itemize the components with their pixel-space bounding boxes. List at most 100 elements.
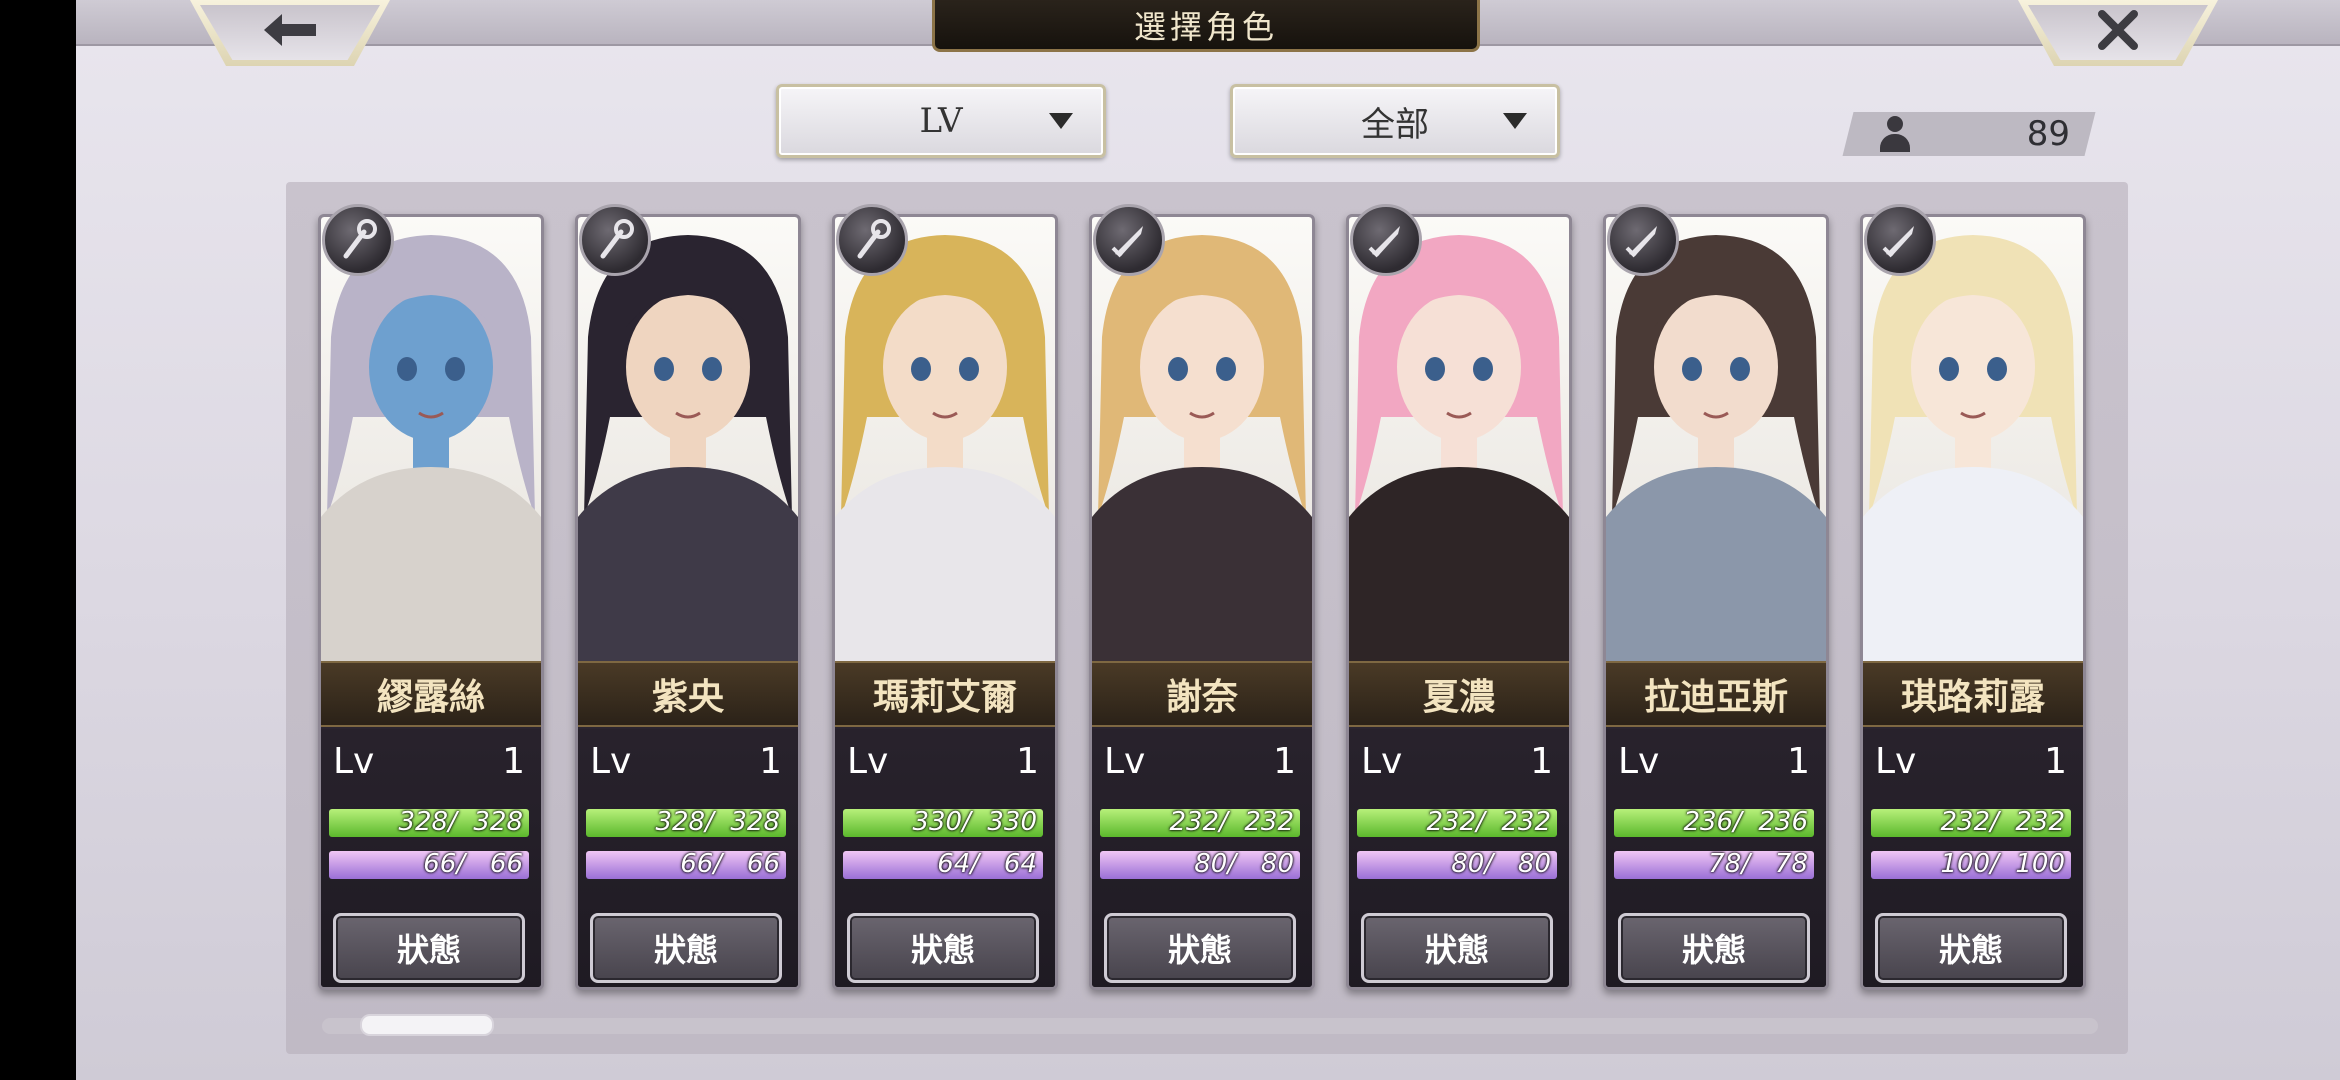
staff-icon [579,204,651,276]
character-card[interactable]: 謝奈 Lv 1 232/ 232 80/ 80 狀態 [1089,214,1315,990]
chevron-down-icon [1503,113,1527,129]
hp-bar: 232/ 232 [1100,809,1300,837]
hp-value: 232/ 232 [1426,809,1551,837]
level-value: 1 [1016,741,1039,782]
status-button-label: 狀態 [396,931,461,969]
hp-value: 328/ 328 [398,809,523,837]
mp-value: 66/ 66 [423,851,523,879]
mp-bar: 64/ 64 [843,851,1043,879]
mp-value: 64/ 64 [937,851,1037,879]
character-name-bar: 謝奈 [1092,661,1312,727]
status-button[interactable]: 狀態 [1104,913,1296,983]
status-button[interactable]: 狀態 [1618,913,1810,983]
character-card[interactable]: 瑪莉艾爾 Lv 1 330/ 330 64/ 64 狀態 [832,214,1058,990]
character-portrait [1606,217,1826,661]
screen-edge [0,0,76,1080]
mp-bar: 80/ 80 [1100,851,1300,879]
character-card[interactable]: 琪路莉露 Lv 1 232/ 232 100/ 100 狀態 [1860,214,2086,990]
mp-bar: 80/ 80 [1357,851,1557,879]
character-count: 89 [2026,114,2070,154]
status-button[interactable]: 狀態 [1875,913,2067,983]
hp-bar: 232/ 232 [1357,809,1557,837]
character-card[interactable]: 夏濃 Lv 1 232/ 232 80/ 80 狀態 [1346,214,1572,990]
level-label: Lv [1618,741,1660,782]
category-dropdown[interactable]: 全部 [1230,84,1560,158]
mp-bar: 66/ 66 [329,851,529,879]
status-button-label: 狀態 [653,931,718,969]
scrollbar-thumb[interactable] [360,1014,494,1036]
character-name-bar: 紫央 [578,661,798,727]
character-name-bar: 拉迪亞斯 [1606,661,1826,727]
hp-bar: 328/ 328 [329,809,529,837]
character-stats: Lv 1 232/ 232 80/ 80 狀態 [1092,729,1312,987]
character-stats: Lv 1 232/ 232 80/ 80 狀態 [1349,729,1569,987]
character-stats: Lv 1 236/ 236 78/ 78 狀態 [1606,729,1826,987]
close-button[interactable] [2018,0,2218,66]
mp-bar: 100/ 100 [1871,851,2071,879]
status-button[interactable]: 狀態 [1361,913,1553,983]
level-label: Lv [847,741,889,782]
character-name: 紫央 [651,676,724,718]
mp-value: 100/ 100 [1940,851,2065,879]
character-card[interactable]: 繆露絲 Lv 1 328/ 328 66/ 66 狀態 [318,214,544,990]
level-label: Lv [1875,741,1917,782]
chevron-down-icon [1049,113,1073,129]
mp-bar: 66/ 66 [586,851,786,879]
level-value: 1 [1787,741,1810,782]
hp-bar: 330/ 330 [843,809,1043,837]
person-icon [1878,116,1912,152]
level-value: 1 [2044,741,2067,782]
mp-bar: 78/ 78 [1614,851,1814,879]
character-portrait [1092,217,1312,661]
sword-icon [1607,204,1679,276]
status-button[interactable]: 狀態 [590,913,782,983]
character-portrait [578,217,798,661]
character-stats: Lv 1 328/ 328 66/ 66 狀態 [321,729,541,987]
hp-value: 330/ 330 [912,809,1037,837]
character-name: 謝奈 [1165,676,1238,718]
status-button-label: 狀態 [1167,931,1232,969]
mp-value: 66/ 66 [680,851,780,879]
character-card[interactable]: 紫央 Lv 1 328/ 328 66/ 66 狀態 [575,214,801,990]
level-label: Lv [590,741,632,782]
status-button-label: 狀態 [1424,931,1489,969]
character-card[interactable]: 拉迪亞斯 Lv 1 236/ 236 78/ 78 狀態 [1603,214,1829,990]
character-portrait [321,217,541,661]
mp-value: 78/ 78 [1708,851,1808,879]
arrow-left-icon [264,14,316,46]
sword-icon [1350,204,1422,276]
level-label: Lv [1104,741,1146,782]
hp-value: 232/ 232 [1169,809,1294,837]
sort-dropdown[interactable]: LV [776,84,1106,158]
page-title-box: 選擇角色 [932,0,1480,52]
hp-bar: 232/ 232 [1871,809,2071,837]
character-name: 繆露絲 [376,676,485,718]
character-name: 拉迪亞斯 [1643,676,1788,718]
staff-icon [836,204,908,276]
character-stats: Lv 1 232/ 232 100/ 100 狀態 [1863,729,2083,987]
status-button[interactable]: 狀態 [847,913,1039,983]
hp-bar: 328/ 328 [586,809,786,837]
hp-value: 232/ 232 [1940,809,2065,837]
level-value: 1 [759,741,782,782]
character-name: 夏濃 [1422,676,1495,718]
character-name-bar: 夏濃 [1349,661,1569,727]
back-button[interactable] [190,0,390,66]
character-portrait [1863,217,2083,661]
horizontal-scrollbar[interactable] [322,1018,2098,1034]
staff-icon [322,204,394,276]
character-portrait [1349,217,1569,661]
character-stats: Lv 1 330/ 330 64/ 64 狀態 [835,729,1055,987]
category-dropdown-value: 全部 [1361,104,1429,145]
status-button-label: 狀態 [1938,931,2003,969]
character-name: 瑪莉艾爾 [872,676,1017,718]
level-label: Lv [333,741,375,782]
hp-value: 236/ 236 [1683,809,1808,837]
mp-value: 80/ 80 [1451,851,1551,879]
mp-value: 80/ 80 [1194,851,1294,879]
level-value: 1 [1530,741,1553,782]
character-name: 琪路莉露 [1900,676,2045,718]
status-button[interactable]: 狀態 [333,913,525,983]
character-name-bar: 繆露絲 [321,661,541,727]
sword-icon [1864,204,1936,276]
